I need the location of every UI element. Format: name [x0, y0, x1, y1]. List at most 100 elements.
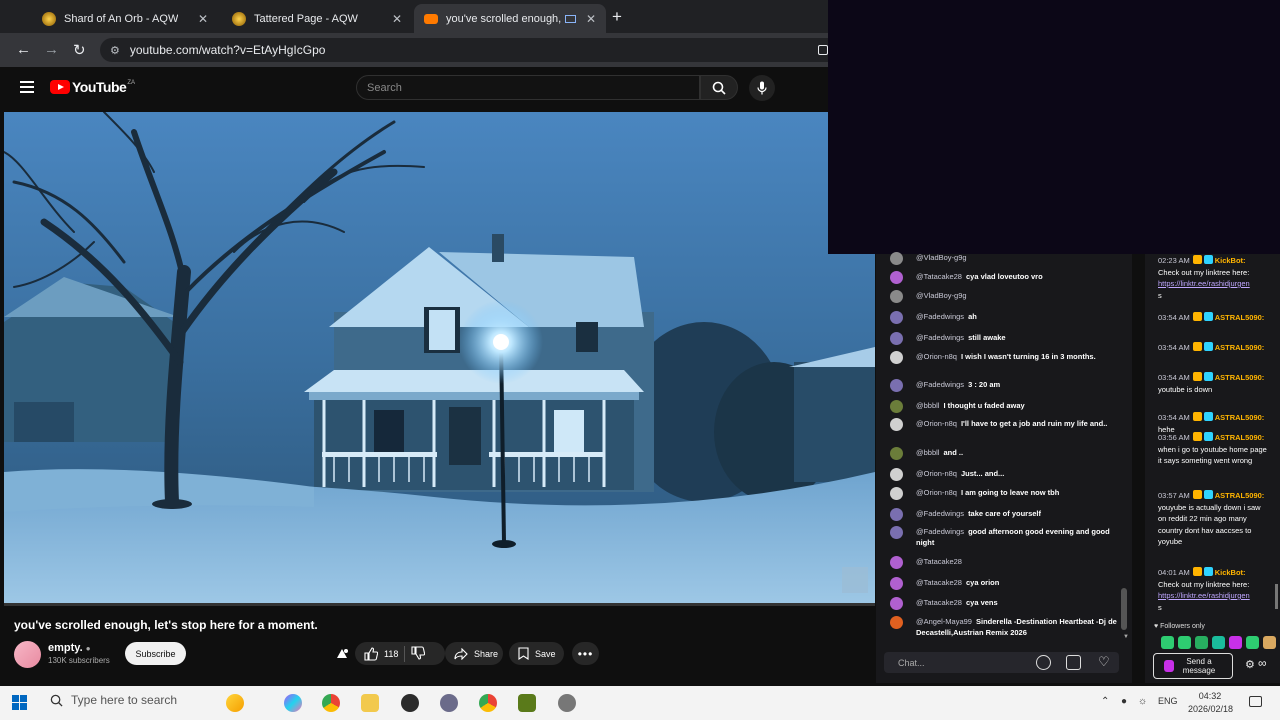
obs-icon[interactable] [401, 694, 419, 712]
chat-username[interactable]: @bbbll [916, 448, 939, 457]
tab-shard-of-an-orb[interactable]: Shard of An Orb - AQW ✕ [32, 4, 218, 33]
chat-username[interactable]: @bbbll [916, 401, 939, 410]
subscribe-button[interactable]: Subscribe [125, 642, 186, 665]
chat-username[interactable]: @Angel-Maya99 [916, 617, 972, 626]
chat-avatar[interactable] [890, 379, 903, 392]
chat-avatar[interactable] [890, 616, 903, 629]
search-button[interactable] [700, 75, 738, 100]
chat2-username[interactable]: ASTRAL5090: [1215, 491, 1265, 500]
chrome-icon[interactable] [322, 694, 340, 712]
windows-start-icon[interactable] [12, 695, 27, 710]
chat-username[interactable]: @VladBoy-g9g [916, 291, 967, 300]
emote-icon[interactable] [1212, 636, 1225, 649]
notification-icon[interactable] [1249, 696, 1262, 707]
chat2-username[interactable]: ASTRAL5090: [1215, 413, 1265, 422]
chat-username[interactable]: @VladBoy-g9g [916, 253, 967, 262]
chat-username[interactable]: @Fadedwings [916, 527, 964, 536]
chat-avatar[interactable] [890, 556, 903, 569]
dislike-button[interactable] [411, 645, 426, 662]
new-tab-button[interactable]: + [612, 7, 622, 27]
chat-username[interactable]: @Fadedwings [916, 312, 964, 321]
chat-username[interactable]: @Orion-n8q [916, 419, 957, 428]
like-button[interactable]: 118 [364, 646, 398, 661]
tab-close-icon[interactable]: ✕ [198, 12, 208, 26]
channel-avatar[interactable] [14, 641, 41, 668]
video-progress-bar[interactable] [4, 603, 875, 606]
file-explorer-icon[interactable] [361, 694, 379, 712]
forward-arrow-icon[interactable]: → [44, 41, 59, 58]
chat-input[interactable]: Chat... ♡ [884, 652, 1119, 673]
chat2-link[interactable]: https://linktr.ee/rashidjurgen [1158, 591, 1250, 600]
chat-avatar[interactable] [890, 290, 903, 303]
tab-youtube-active[interactable]: you've scrolled enough, let ✕ [414, 4, 606, 33]
youtube-logo[interactable]: YouTube ZA [50, 79, 135, 95]
chat-scrollbar[interactable] [1121, 588, 1127, 630]
back-arrow-icon[interactable]: ← [16, 41, 31, 58]
search-input[interactable]: Search [356, 75, 700, 100]
emote-icon[interactable] [1246, 636, 1259, 649]
chat2-scrollbar[interactable] [1275, 584, 1278, 609]
infinity-icon[interactable]: ∞ [1258, 656, 1267, 670]
site-info-icon[interactable]: ⚙ [110, 44, 120, 57]
chat2-username[interactable]: KickBot: [1215, 256, 1246, 265]
chat-avatar[interactable] [890, 597, 903, 610]
sparkle-icon[interactable] [226, 694, 244, 712]
emote-icon[interactable] [1229, 636, 1242, 649]
microphone-tray-icon[interactable]: ● [1121, 696, 1127, 707]
chat-avatar[interactable] [890, 526, 903, 539]
app-icon[interactable] [558, 694, 576, 712]
chat-username[interactable]: @Orion-n8q [916, 352, 957, 361]
chat-avatar[interactable] [890, 332, 903, 345]
chat-avatar[interactable] [890, 418, 903, 431]
chat-avatar[interactable] [890, 447, 903, 460]
cast-icon[interactable] [818, 45, 828, 55]
chat-username[interactable]: @Orion-n8q [916, 488, 957, 497]
chat-avatar[interactable] [890, 508, 903, 521]
chrome-active-icon[interactable] [479, 694, 497, 712]
menu-icon[interactable] [20, 81, 34, 96]
remix-icon[interactable] [334, 646, 350, 667]
super-chat-icon[interactable] [1066, 655, 1081, 670]
emoji-icon[interactable] [1036, 655, 1051, 670]
emote-picker-icon[interactable] [1164, 660, 1174, 672]
language-indicator[interactable]: ENG [1158, 696, 1178, 706]
taskbar-search[interactable]: Type here to search [50, 693, 177, 707]
chat-username[interactable]: @Tatacake28 [916, 272, 962, 281]
chat2-username[interactable]: KickBot: [1215, 568, 1246, 577]
chat-username[interactable]: @Fadedwings [916, 509, 964, 518]
chat-avatar[interactable] [890, 271, 903, 284]
channel-name[interactable]: empty. ● [48, 642, 91, 654]
settings-icon[interactable]: ⚙ [1245, 658, 1255, 671]
chat-username[interactable]: @Orion-n8q [916, 469, 957, 478]
emote-icon[interactable] [1263, 636, 1276, 649]
chat-username[interactable]: @Tatacake28 [916, 598, 962, 607]
share-button[interactable]: Share [445, 642, 503, 665]
chat-avatar[interactable] [890, 351, 903, 364]
chat2-link[interactable]: https://linktr.ee/rashidjurgen [1158, 279, 1250, 288]
reload-icon[interactable]: ↻ [73, 41, 86, 59]
send-message-button[interactable]: Send a message [1153, 653, 1233, 679]
tab-tattered-page[interactable]: Tattered Page - AQW ✕ [222, 4, 412, 33]
tab-close-icon[interactable]: ✕ [392, 12, 402, 26]
chat-avatar[interactable] [890, 311, 903, 324]
chat-avatar[interactable] [890, 252, 903, 265]
chat2-username[interactable]: ASTRAL5090: [1215, 313, 1265, 322]
emote-icon[interactable] [1195, 636, 1208, 649]
chat2-username[interactable]: ASTRAL5090: [1215, 343, 1265, 352]
app-icon[interactable] [440, 694, 458, 712]
copilot-icon[interactable] [284, 694, 302, 712]
network-icon[interactable]: ☼ [1138, 696, 1147, 707]
picture-in-picture-icon[interactable] [565, 14, 576, 23]
address-bar[interactable]: ⚙ youtube.com/watch?v=EtAyHgIcGpo [100, 38, 828, 62]
emote-icon[interactable] [1161, 636, 1174, 649]
taskbar-clock[interactable]: 04:32 2026/02/18 [1188, 690, 1233, 716]
save-button[interactable]: Save [509, 642, 564, 665]
chat-avatar[interactable] [890, 468, 903, 481]
chat2-username[interactable]: ASTRAL5090: [1215, 433, 1265, 442]
chat-avatar[interactable] [890, 400, 903, 413]
chat-username[interactable]: @Tatacake28 [916, 578, 962, 587]
voice-search-button[interactable] [749, 75, 775, 101]
chat-avatar[interactable] [890, 577, 903, 590]
chat2-username[interactable]: ASTRAL5090: [1215, 373, 1265, 382]
emote-icon[interactable] [1178, 636, 1191, 649]
